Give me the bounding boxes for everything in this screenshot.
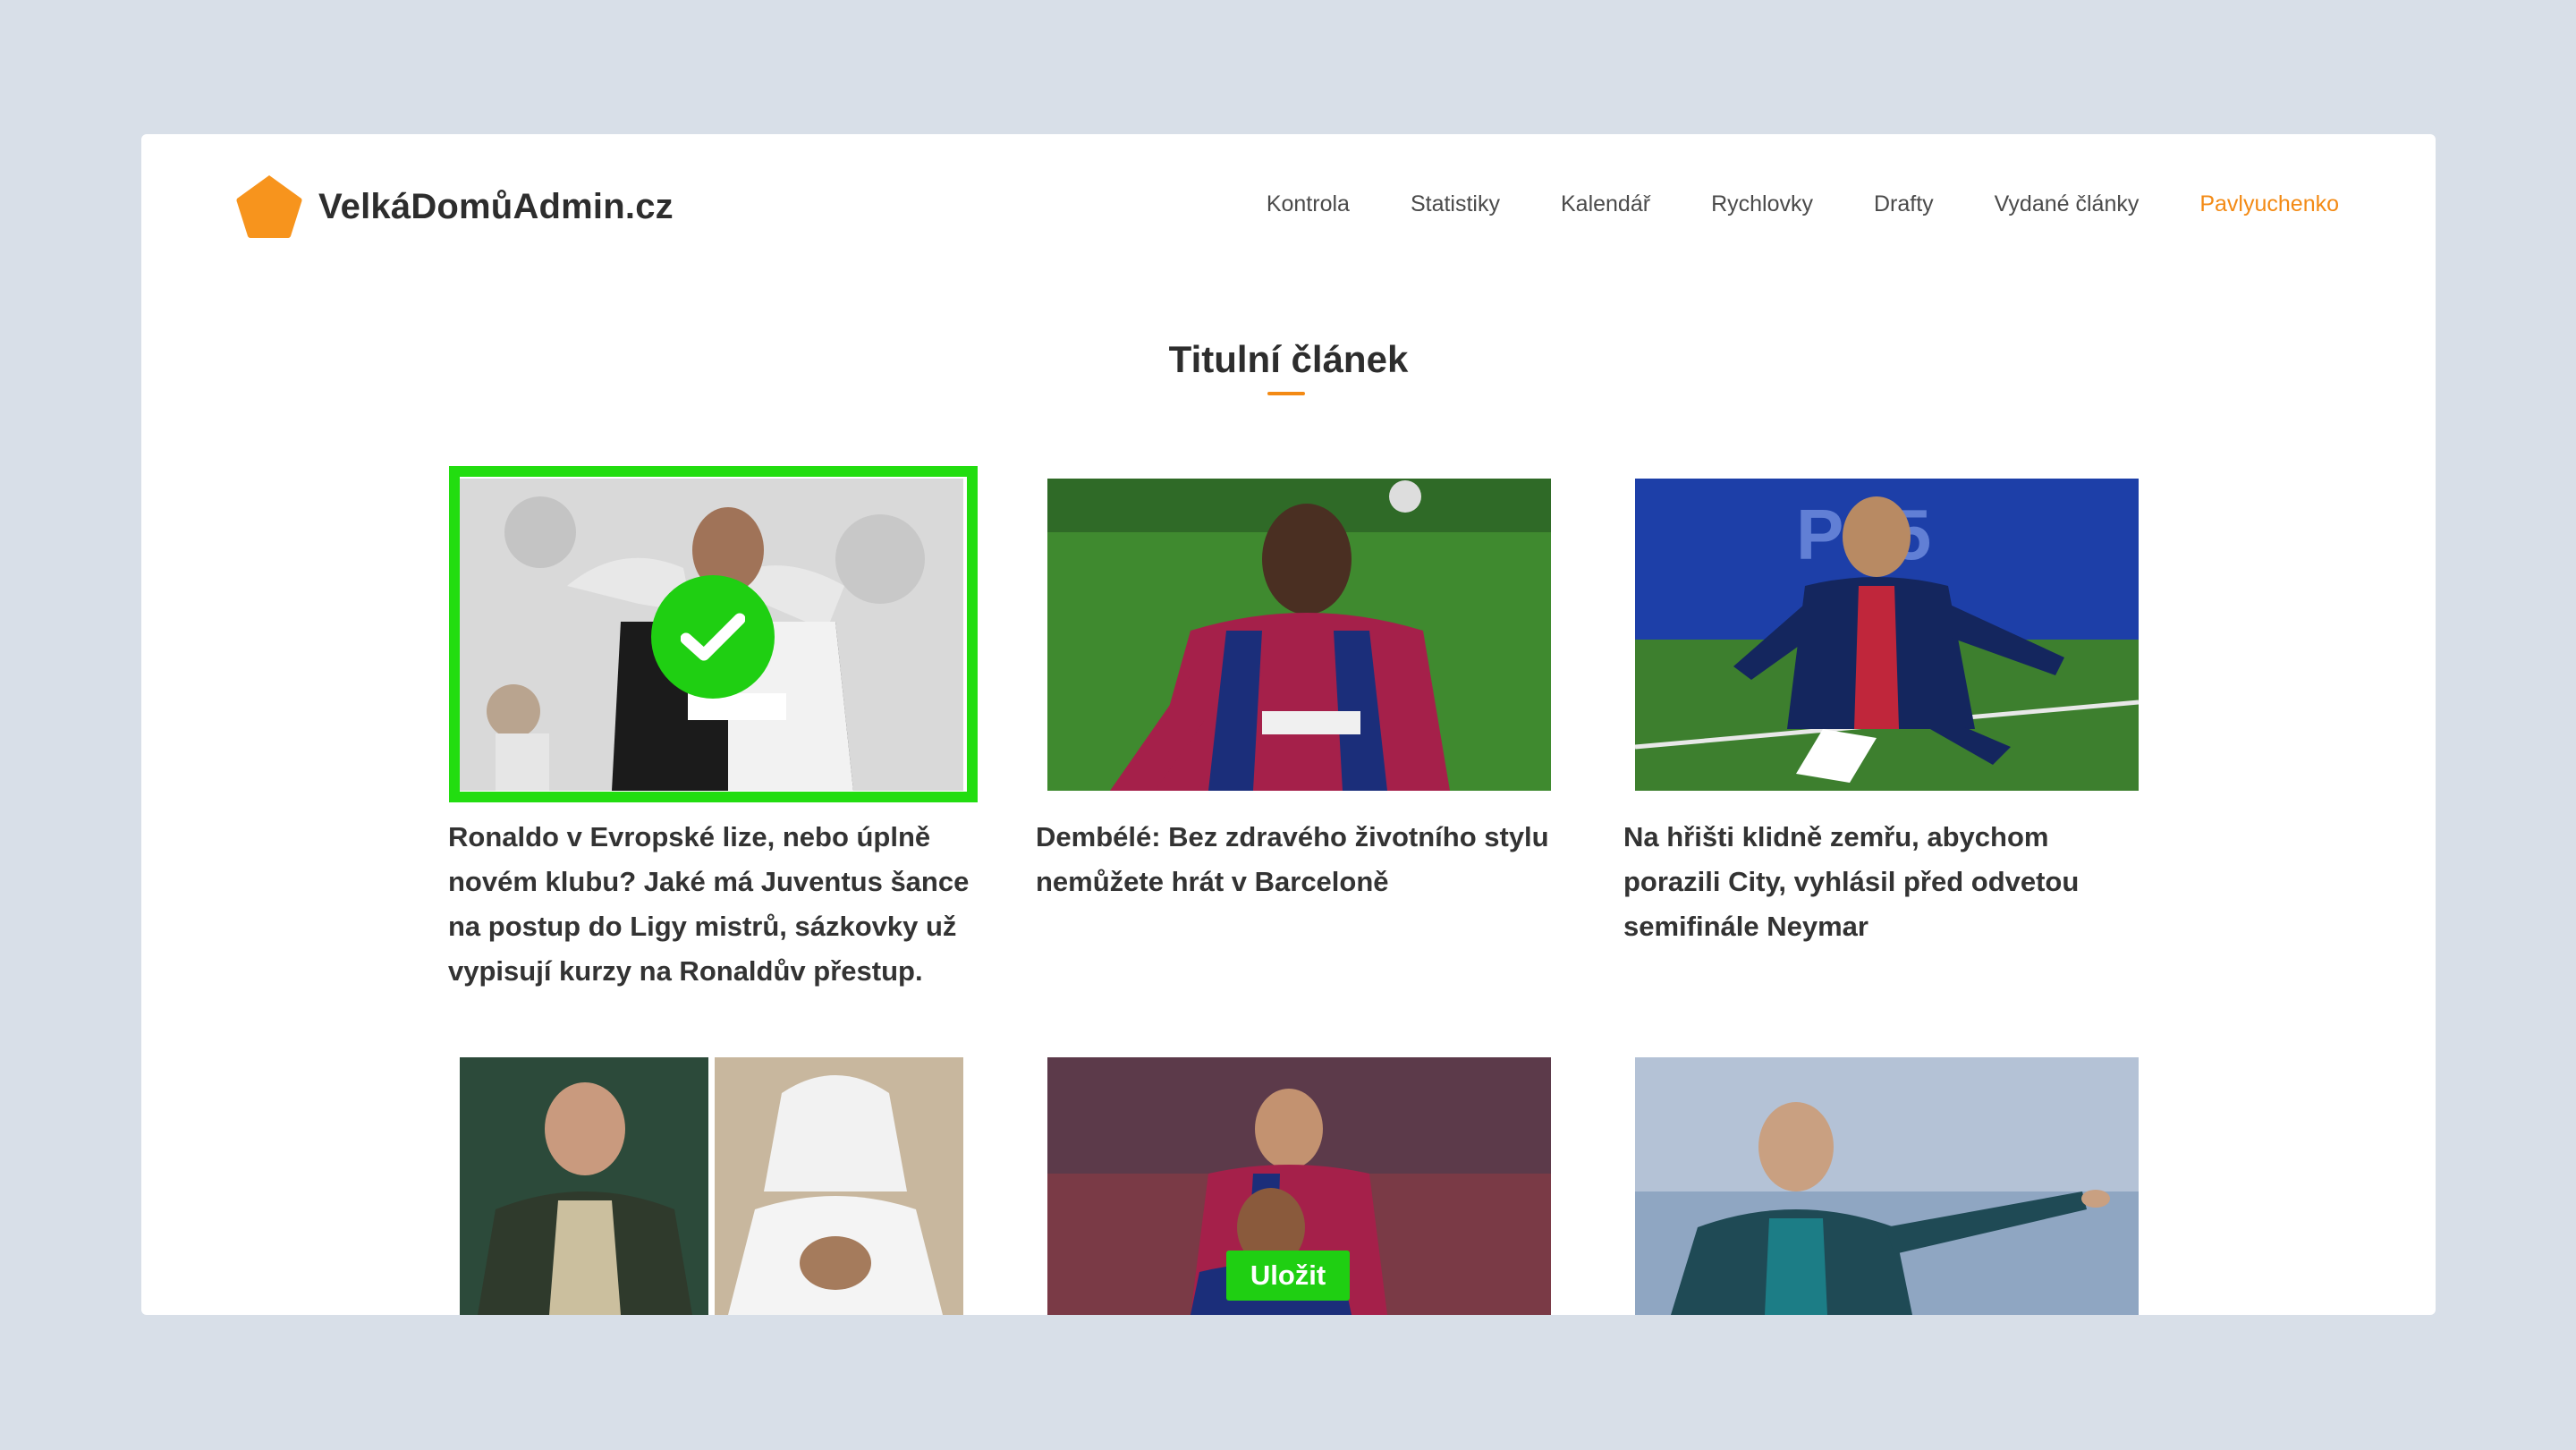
app-window: VelkáDomůAdmin.cz Kontrola Statistiky Ka…	[141, 134, 2436, 1315]
article-title-3[interactable]: Na hřišti klidně zemřu, abychom porazili…	[1623, 815, 2151, 949]
checkmark-icon	[651, 575, 775, 699]
nav-item-vydane-clanky[interactable]: Vydané články	[1995, 191, 2140, 217]
article-title-2[interactable]: Dembélé: Bez zdravého životního stylu ne…	[1036, 815, 1563, 904]
header: VelkáDomůAdmin.cz Kontrola Statistiky Ka…	[141, 134, 2436, 277]
logo-text: VelkáDomůAdmin.cz	[318, 186, 674, 226]
title-underline	[1267, 392, 1305, 395]
pentagon-logo-icon	[236, 175, 302, 238]
section-title: Titulní článek	[1168, 338, 1409, 380]
nav-item-kontrola[interactable]: Kontrola	[1267, 191, 1350, 217]
save-button[interactable]: Uložit	[1226, 1251, 1350, 1301]
main-nav: Kontrola Statistiky Kalendář Rychlovky D…	[1206, 191, 2339, 217]
article-image-neymar[interactable]: PS5	[1635, 479, 2139, 791]
article-image-owners[interactable]	[460, 1057, 963, 1315]
logo[interactable]: VelkáDomůAdmin.cz	[234, 174, 674, 240]
nav-item-kalendar[interactable]: Kalendář	[1561, 191, 1650, 217]
nav-item-drafty[interactable]: Drafty	[1874, 191, 1934, 217]
article-image-coach[interactable]	[1635, 1057, 2139, 1315]
article-image-dembele[interactable]	[1047, 479, 1551, 791]
article-title-1[interactable]: Ronaldo v Evropské lize, nebo úplně nové…	[448, 815, 976, 994]
nav-item-statistiky[interactable]: Statistiky	[1411, 191, 1500, 217]
nav-item-user-pavlyuchenko[interactable]: Pavlyuchenko	[2199, 191, 2339, 217]
nav-item-rychlovky[interactable]: Rychlovky	[1711, 191, 1813, 217]
